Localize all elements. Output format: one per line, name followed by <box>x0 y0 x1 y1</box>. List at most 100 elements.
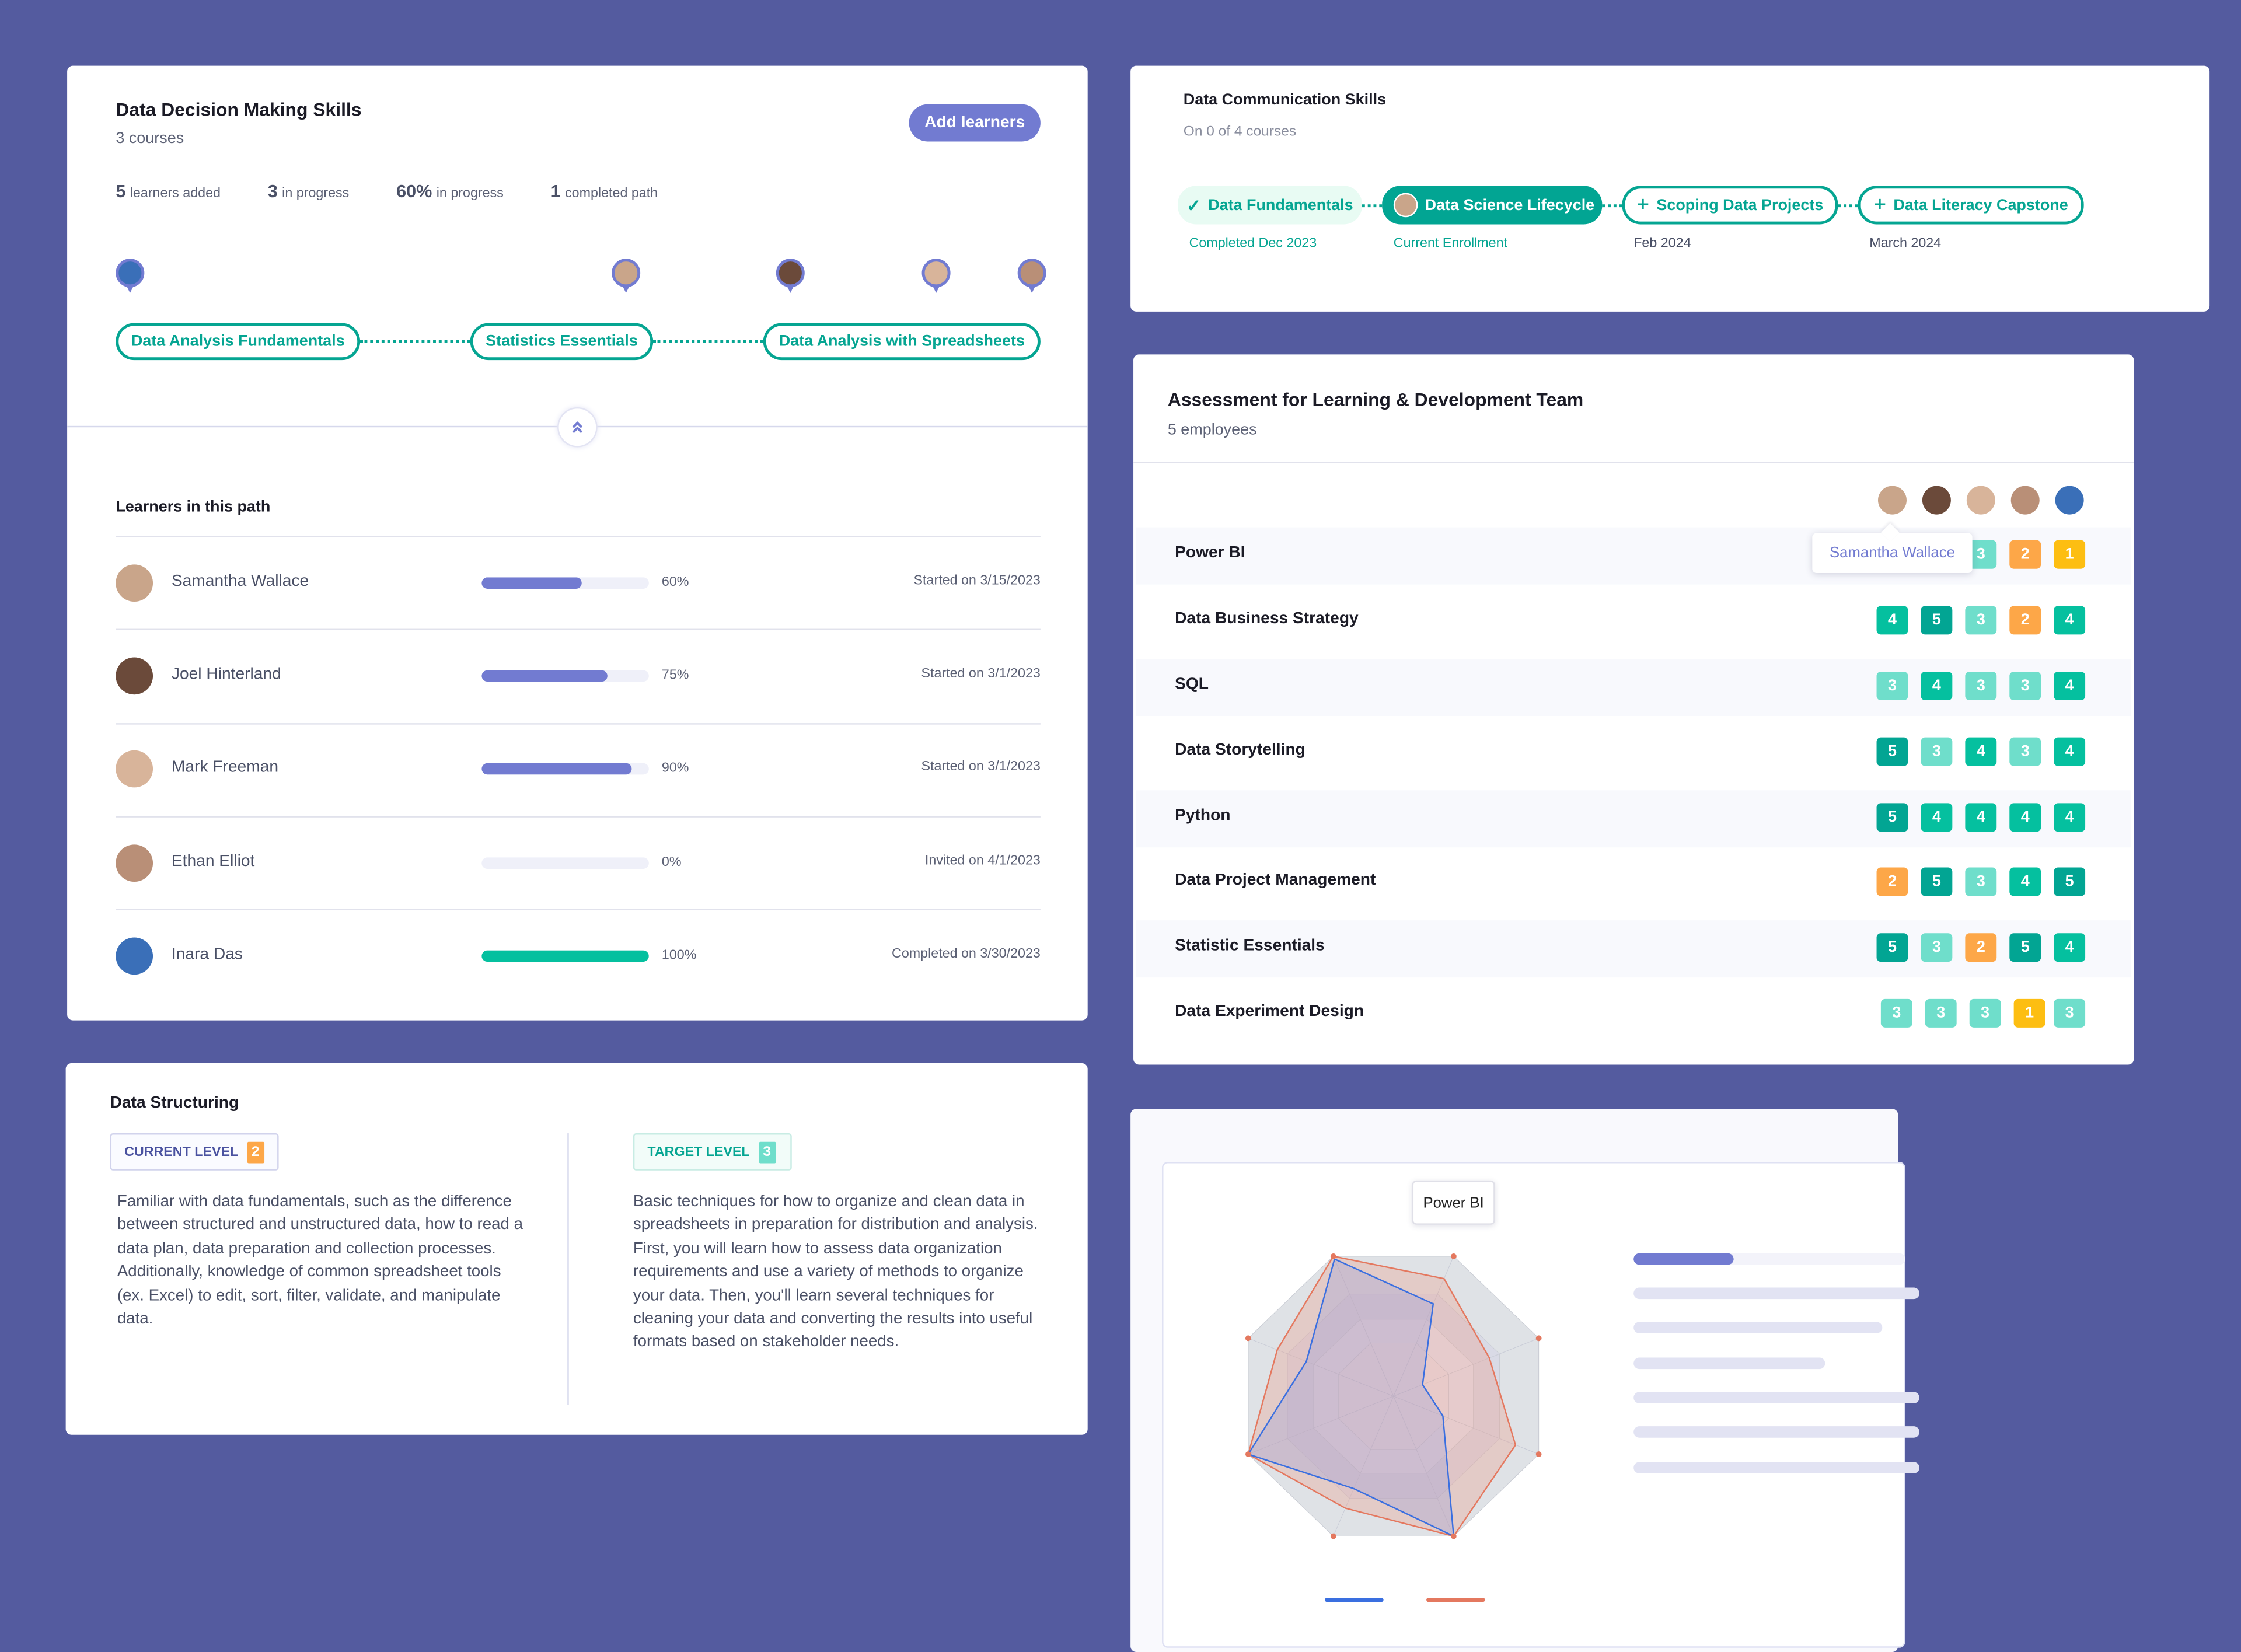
avatar <box>116 844 153 882</box>
score-cell[interactable]: 3 <box>1969 998 2001 1028</box>
radar-vertex-point[interactable] <box>1535 1451 1542 1457</box>
score-cell[interactable]: 1 <box>2013 998 2045 1028</box>
path-stats: 5 learners added 3 in progress 60% in progres… <box>116 181 658 201</box>
score-cell[interactable]: 4 <box>2054 672 2086 701</box>
score-cell[interactable]: 3 <box>1921 933 1953 962</box>
course-step[interactable]: ✓ Data Fundamentals <box>1177 186 1362 225</box>
employee-avatar[interactable] <box>1877 486 1907 515</box>
score-cell[interactable]: 4 <box>2054 606 2086 635</box>
score-cell[interactable]: 2 <box>2009 606 2041 635</box>
current-level-badge: CURRENT LEVEL 2 <box>110 1133 279 1171</box>
score-cell[interactable]: 4 <box>1921 803 1953 832</box>
course-step[interactable]: + Data Literacy Capstone <box>1858 186 2084 225</box>
score-cell[interactable]: 4 <box>2054 803 2086 832</box>
score-cell[interactable]: 4 <box>1965 803 1997 832</box>
learner-status: Completed on 3/30/2023 <box>892 946 1041 962</box>
learner-status: Invited on 4/1/2023 <box>924 853 1041 869</box>
learner-pin[interactable] <box>921 259 951 296</box>
score-cell[interactable]: 4 <box>2009 867 2041 896</box>
progress-bar <box>481 763 649 775</box>
score-cell[interactable]: 3 <box>1965 606 1997 635</box>
employee-tooltip: Samantha Wallace <box>1812 523 1973 574</box>
score-cell[interactable]: 2 <box>1876 867 1908 896</box>
score-cell[interactable]: 5 <box>1876 803 1908 832</box>
structuring-title: Data Structuring <box>110 1094 239 1112</box>
score-cell[interactable]: 4 <box>2054 933 2086 962</box>
course-pill[interactable]: Data Analysis Fundamentals <box>116 323 361 361</box>
score-cell[interactable]: 3 <box>1921 737 1953 766</box>
learner-name[interactable]: Joel Hinterland <box>172 666 281 683</box>
progress-bar <box>481 577 649 589</box>
course-pill[interactable]: Data Analysis with Spreadsheets <box>763 323 1041 361</box>
course-step[interactable]: + Scoping Data Projects <box>1622 186 1838 225</box>
score-cell[interactable]: 3 <box>1880 998 1912 1028</box>
employee-avatar[interactable] <box>1922 486 1951 515</box>
employee-avatar[interactable] <box>1966 486 1995 515</box>
learner-name[interactable]: Inara Das <box>172 946 243 963</box>
score-cell[interactable]: 3 <box>1965 867 1997 896</box>
stat-number: 1 <box>550 181 561 202</box>
course-pill[interactable]: Statistics Essentials <box>470 323 654 361</box>
progress-bar <box>481 950 649 962</box>
learner-pin[interactable] <box>1017 259 1046 296</box>
radar-vertex-point[interactable] <box>1535 1335 1542 1342</box>
score-cell[interactable]: 4 <box>2054 737 2086 766</box>
target-level-description: Basic techniques for how to organize and… <box>633 1193 1038 1351</box>
radar-vertex-point[interactable] <box>1330 1253 1336 1259</box>
radar-vertex-point[interactable] <box>1450 1253 1457 1259</box>
score-cell[interactable]: 5 <box>1876 737 1908 766</box>
learner-status: Started on 3/1/2023 <box>921 666 1041 682</box>
stat-item: 60% in progress <box>396 181 504 201</box>
score-cell[interactable]: 3 <box>1876 672 1908 701</box>
employee-avatar[interactable] <box>2055 486 2084 515</box>
learner-name[interactable]: Mark Freeman <box>172 759 278 776</box>
score-cell[interactable]: 2 <box>1965 933 1997 962</box>
score-cell[interactable]: 3 <box>2009 737 2041 766</box>
score-cell[interactable]: 3 <box>1965 672 1997 701</box>
score-cell[interactable]: 5 <box>2009 933 2041 962</box>
plus-icon: + <box>1873 193 1887 218</box>
avatar <box>776 259 805 288</box>
radar-vertex-point[interactable] <box>1245 1335 1251 1342</box>
score-cell[interactable]: 2 <box>2009 540 2041 569</box>
learner-name[interactable]: Samantha Wallace <box>172 573 309 590</box>
score-cell[interactable]: 5 <box>1921 867 1953 896</box>
score-cell[interactable]: 3 <box>2009 672 2041 701</box>
learner-pin[interactable] <box>612 259 641 296</box>
score-cell[interactable]: 5 <box>1921 606 1953 635</box>
score-cell[interactable]: 5 <box>1876 933 1908 962</box>
step-label: Data Fundamentals <box>1208 196 1353 214</box>
score-cell[interactable]: 3 <box>2054 998 2086 1028</box>
radar-tooltip: Power BI <box>1412 1180 1495 1225</box>
learner-name[interactable]: Ethan Elliot <box>172 853 255 870</box>
collapse-button[interactable] <box>557 407 598 448</box>
target-level-label: TARGET LEVEL <box>647 1144 750 1160</box>
course-step[interactable]: Data Science Lifecycle <box>1382 186 1603 225</box>
learner-pin[interactable] <box>116 259 145 296</box>
radar-vertex-point[interactable] <box>1330 1533 1336 1539</box>
score-cell[interactable]: 1 <box>2054 540 2086 569</box>
assessment-subtitle: 5 employees <box>1167 421 1257 439</box>
radar-vertex-point[interactable] <box>1245 1451 1251 1457</box>
skill-label: Python <box>1175 807 1231 825</box>
avatar <box>1393 193 1418 218</box>
score-cell[interactable]: 4 <box>2009 803 2041 832</box>
skeleton-bar <box>1633 1322 1883 1333</box>
skill-label: Data Project Management <box>1175 871 1376 889</box>
divider <box>116 536 1041 537</box>
learner-pin[interactable] <box>776 259 805 296</box>
radar-vertex-point[interactable] <box>1450 1533 1457 1539</box>
score-cell[interactable]: 5 <box>2054 867 2086 896</box>
score-cell[interactable]: 4 <box>1965 737 1997 766</box>
score-cell[interactable]: 4 <box>1876 606 1908 635</box>
stat-label: in progress <box>282 186 350 202</box>
skeleton-bar <box>1633 1462 1920 1473</box>
skill-label: SQL <box>1175 676 1209 693</box>
add-learners-button[interactable]: Add learners <box>909 104 1041 142</box>
comm-subtitle: On 0 of 4 courses <box>1183 124 1297 141</box>
score-cell[interactable]: 4 <box>1921 672 1953 701</box>
score-cell[interactable]: 3 <box>1925 998 1957 1028</box>
skeleton-bar <box>1633 1357 1825 1370</box>
step-label: Scoping Data Projects <box>1656 196 1824 214</box>
employee-avatar[interactable] <box>2010 486 2040 515</box>
